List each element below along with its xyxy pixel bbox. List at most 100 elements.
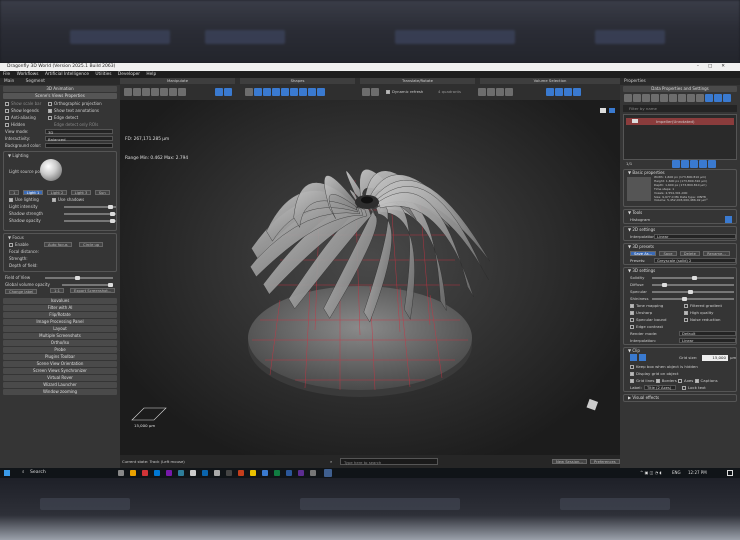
data-tool-icon[interactable]	[696, 94, 704, 102]
shape-icon[interactable]	[317, 88, 325, 96]
task-view-icon[interactable]	[118, 470, 124, 476]
volume-icon[interactable]	[487, 88, 495, 96]
volume-icon[interactable]	[478, 88, 486, 96]
check-captions[interactable]: Captions	[694, 378, 718, 383]
shape-icon[interactable]	[245, 88, 253, 96]
field-of-view-slider[interactable]	[45, 275, 113, 280]
app-icon[interactable]	[226, 470, 232, 476]
change-label-button[interactable]: Change label	[5, 289, 38, 294]
light-intensity-slider[interactable]	[64, 204, 116, 209]
section-collapsed[interactable]: Multiple Screenshots	[3, 333, 117, 339]
volume-icon[interactable]	[505, 88, 513, 96]
section-collapsed[interactable]: Wizard Launcher	[3, 382, 117, 388]
light-1-button[interactable]: Light 1	[22, 190, 44, 195]
windows-start-icon[interactable]	[4, 470, 10, 476]
export-screenshot-button[interactable]: Export Screenshot...	[70, 288, 116, 293]
check-enable-focus[interactable]: Enable	[9, 242, 29, 247]
search-input[interactable]: Type here to search	[340, 458, 438, 465]
section-3d-animation[interactable]: 3D Animation	[3, 86, 117, 92]
volume-icon[interactable]	[496, 88, 504, 96]
tab-main[interactable]: Main	[4, 79, 14, 84]
check-grid-lines[interactable]: Grid lines	[630, 378, 654, 383]
clip-icon[interactable]	[630, 354, 637, 361]
check-anti-aliasing[interactable]: Anti-aliasing	[5, 115, 36, 120]
grid-size-input[interactable]: 15,000	[702, 355, 728, 361]
check-use-shadows[interactable]: Use shadows	[52, 196, 84, 203]
taskbar-search[interactable]: Search	[30, 468, 46, 478]
light-2-button[interactable]: Light 2	[46, 190, 68, 195]
interp-2d-select[interactable]: Linear	[654, 234, 736, 239]
save-as-button[interactable]: Save As...	[630, 251, 657, 256]
check-lock-text[interactable]: Lock text	[682, 384, 706, 391]
tool-icon[interactable]	[133, 88, 141, 96]
global-opacity-slider[interactable]	[62, 282, 113, 287]
save-button[interactable]: Save	[659, 251, 677, 256]
check-3d-option[interactable]: Specular bound	[630, 317, 667, 322]
menu-workflows[interactable]: Workflows	[17, 72, 39, 77]
section-scene-views[interactable]: Scene's Views Properties	[3, 93, 117, 99]
light-number-select[interactable]: 1	[9, 190, 20, 195]
auto-focus-button[interactable]: Auto focus	[44, 242, 72, 247]
explorer-icon[interactable]	[130, 470, 136, 476]
data-tool-icon[interactable]	[660, 94, 668, 102]
check-orthographic[interactable]: Orthographic projection	[48, 100, 102, 107]
check-3d-option[interactable]: High quality	[684, 309, 714, 316]
histogram-icon[interactable]	[725, 216, 732, 223]
shape-icon[interactable]	[281, 88, 289, 96]
data-tool-icon[interactable]	[642, 94, 650, 102]
section-collapsed[interactable]: Image Processing Panel	[3, 319, 117, 325]
app-icon[interactable]	[310, 470, 316, 476]
menu-ai[interactable]: Artificial Intelligence	[45, 72, 89, 77]
close-selection-icon[interactable]	[555, 88, 563, 96]
preferences-button[interactable]: Preferences	[590, 459, 620, 464]
section-data-properties[interactable]: Data Properties and Settings	[623, 86, 737, 92]
check-show-legends[interactable]: Show legends	[5, 108, 39, 113]
toolbar-group-shapes[interactable]: Shapes	[240, 78, 355, 84]
app-icon[interactable]	[298, 470, 304, 476]
app-icon[interactable]	[238, 470, 244, 476]
tool-icon[interactable]	[124, 88, 132, 96]
circle-up-button[interactable]: Circle up	[79, 242, 104, 247]
check-show-text-annotations[interactable]: Show text annotations	[48, 107, 99, 114]
action-icon[interactable]	[672, 160, 680, 168]
action-icon[interactable]	[699, 160, 707, 168]
rename-button[interactable]: Rename...	[703, 251, 730, 256]
check-use-lighting[interactable]: Use lighting	[9, 197, 39, 202]
section-collapsed[interactable]: Plugins Toolbar	[3, 354, 117, 360]
shape-icon[interactable]	[272, 88, 280, 96]
app-icon[interactable]	[190, 470, 196, 476]
menu-developer[interactable]: Developer	[118, 72, 140, 77]
shape-icon[interactable]	[308, 88, 316, 96]
action-icon[interactable]	[708, 160, 716, 168]
check-display-grid[interactable]: Display grid on object	[630, 371, 679, 376]
language[interactable]: ENG	[672, 468, 681, 478]
check-3d-option[interactable]: Tone mapping	[630, 303, 663, 308]
rotate-icon[interactable]	[371, 88, 379, 96]
check-3d-option[interactable]: Filtered gradient	[684, 302, 722, 309]
select-icon[interactable]	[546, 88, 554, 96]
ratio-select[interactable]: 1:1	[50, 288, 64, 293]
toolbar-group-volume-selection[interactable]: Volume Selection	[480, 78, 620, 84]
app-icon[interactable]	[262, 470, 268, 476]
action-icon[interactable]	[690, 160, 698, 168]
data-tool-icon[interactable]	[723, 94, 731, 102]
shape-icon[interactable]	[290, 88, 298, 96]
check-axes[interactable]: Axes	[678, 378, 693, 383]
dynamic-refresh-check[interactable]: Dynamic refresh	[386, 89, 423, 94]
shadow-opacity-slider[interactable]	[64, 218, 116, 223]
check-edge-contrast[interactable]: Edge contrast	[630, 324, 663, 329]
app-icon[interactable]	[178, 470, 184, 476]
rotate-clip-icon[interactable]	[639, 354, 647, 361]
edge-icon[interactable]	[154, 470, 160, 476]
visual-effects-title[interactable]: ▶ Visual effects	[624, 395, 736, 401]
light-sphere[interactable]	[40, 159, 62, 181]
new-session-button[interactable]: New Session...	[552, 459, 587, 464]
check-hidden[interactable]: Hidden	[5, 122, 25, 127]
toolbar-group-translate-rotate[interactable]: Translate/Rotate	[360, 78, 475, 84]
section-collapsed[interactable]: Flip/Rotate	[3, 312, 117, 318]
shape-icon[interactable]	[299, 88, 307, 96]
data-tool-icon[interactable]	[678, 94, 686, 102]
interp-3d-select[interactable]: Linear	[679, 338, 736, 343]
app-icon[interactable]	[274, 470, 280, 476]
specular-slider[interactable]	[652, 289, 734, 294]
